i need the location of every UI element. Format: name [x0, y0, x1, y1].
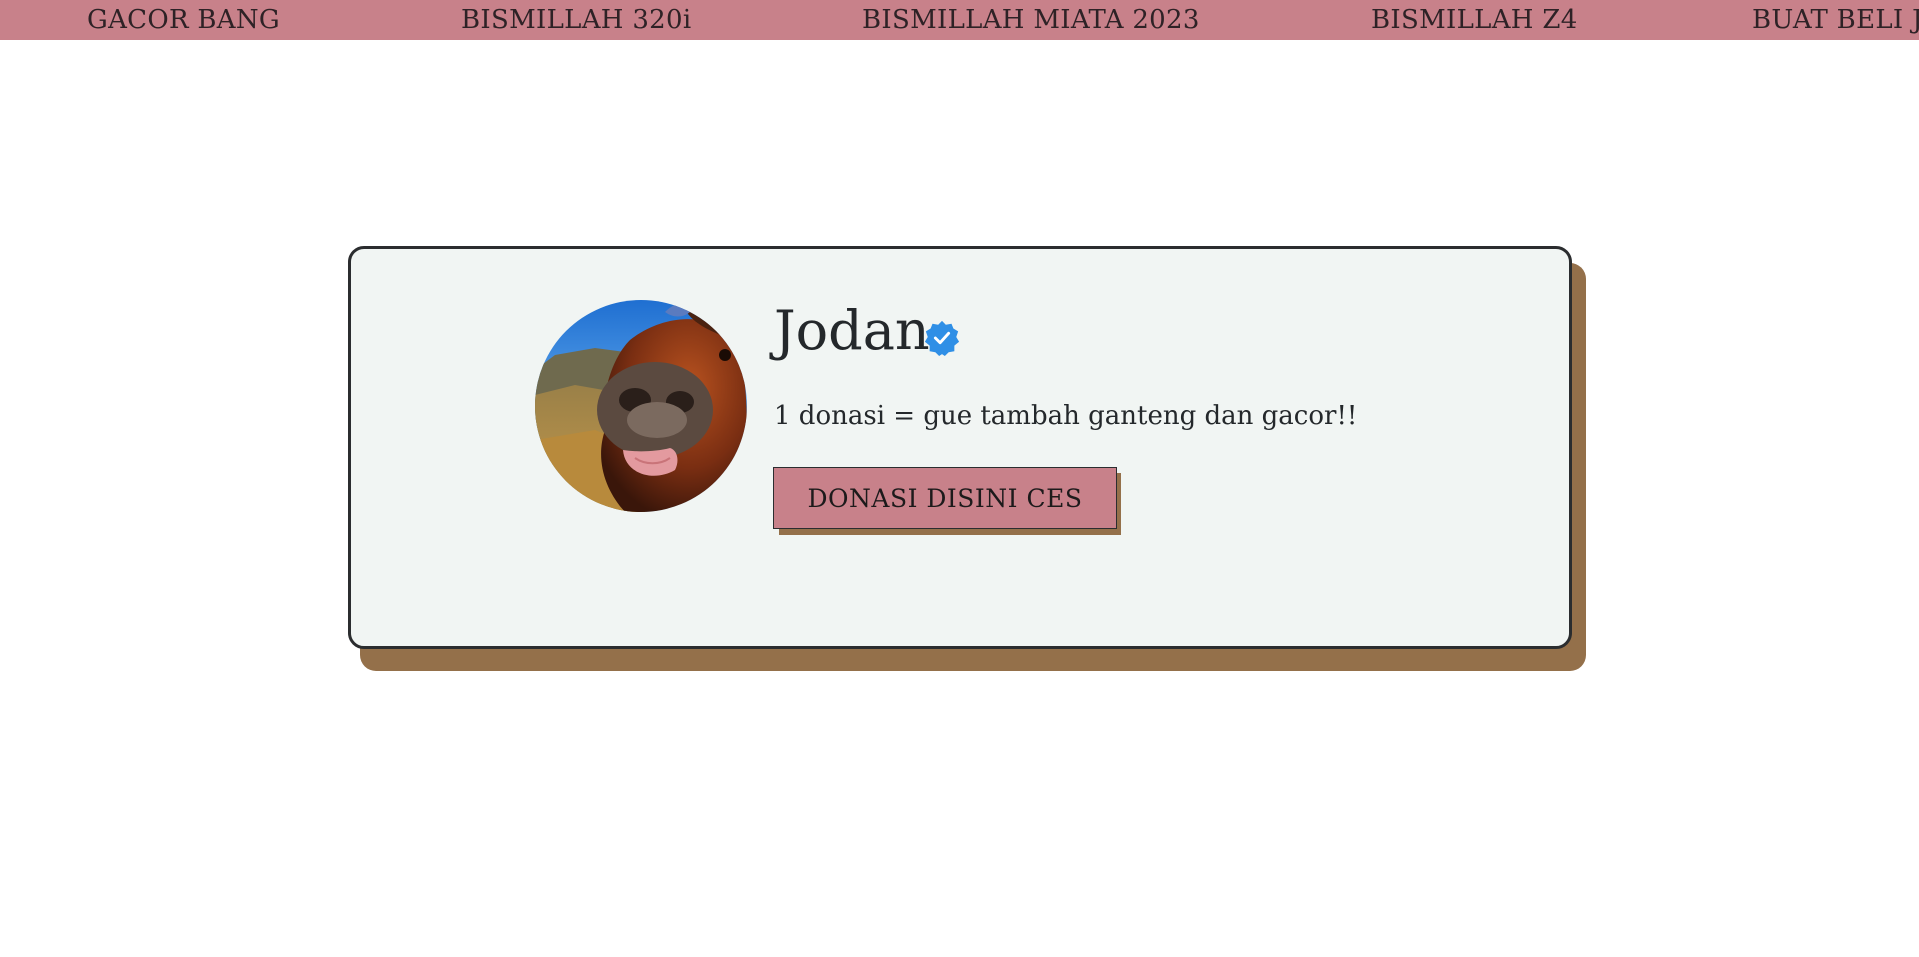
profile-name: Jodan [774, 299, 930, 362]
horse-photo-avatar [535, 300, 747, 512]
avatar [535, 300, 747, 512]
profile-card [348, 246, 1572, 649]
marquee-item: GACOR BANG [87, 5, 280, 35]
marquee-item: BUAT BELI J [1752, 5, 1919, 35]
marquee-item: BISMILLAH 320i [461, 5, 692, 35]
marquee-item: BISMILLAH Z4 [1371, 5, 1578, 35]
marquee-item: BISMILLAH MIATA 2023 [862, 5, 1200, 35]
top-marquee-banner: GACOR BANG BISMILLAH 320i BISMILLAH MIAT… [0, 0, 1919, 40]
donate-button[interactable]: DONASI DISINI CES [773, 467, 1117, 529]
verified-badge-icon [924, 320, 960, 357]
profile-bio: 1 donasi = gue tambah ganteng dan gacor!… [774, 401, 1358, 431]
